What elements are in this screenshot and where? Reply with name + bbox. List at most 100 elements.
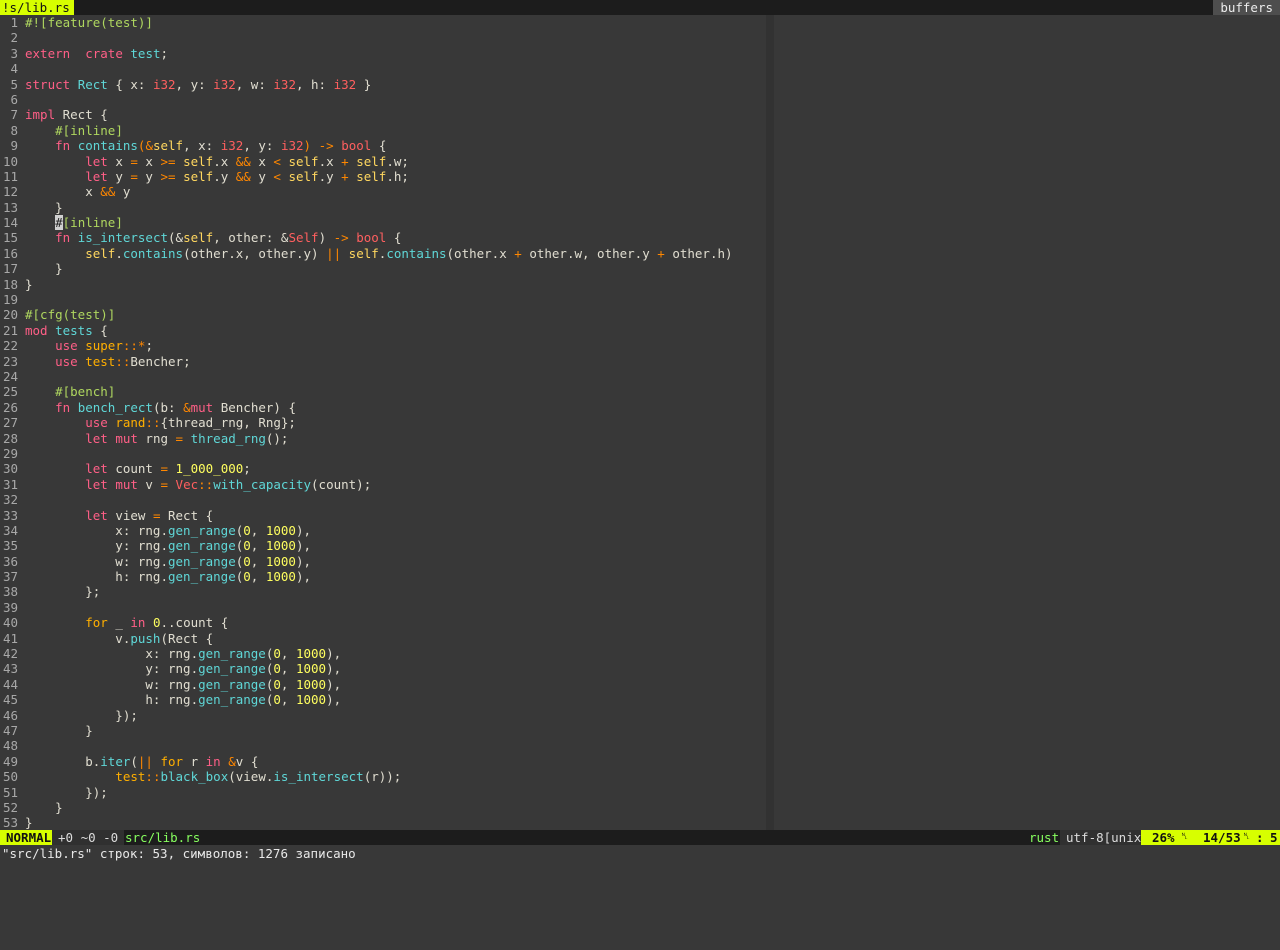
code-token: test bbox=[85, 353, 116, 369]
code-token: ), bbox=[326, 692, 342, 708]
code-line[interactable]: 7 impl Rect { bbox=[0, 107, 766, 122]
code-line[interactable]: 19 bbox=[0, 292, 766, 307]
code-line[interactable]: 35 y: rng.gen_range(0, 1000), bbox=[0, 538, 766, 553]
code-line[interactable]: 17 } bbox=[0, 261, 766, 276]
line-number: 6 bbox=[10, 91, 18, 107]
code-token: h: rng. bbox=[25, 569, 168, 585]
code-line[interactable]: 20 #[cfg(test)] bbox=[0, 307, 766, 322]
buffers-label[interactable]: buffers bbox=[1213, 0, 1280, 15]
code-line[interactable]: 42 x: rng.gen_range(0, 1000), bbox=[0, 646, 766, 661]
code-line[interactable]: 32 bbox=[0, 492, 766, 507]
code-line[interactable]: 8 #[inline] bbox=[0, 123, 766, 138]
code-line[interactable]: 2 bbox=[0, 30, 766, 45]
code-line[interactable]: 39 bbox=[0, 600, 766, 615]
code-line[interactable]: 30 let count = 1_000_000; bbox=[0, 461, 766, 476]
line-number: 33 bbox=[2, 507, 18, 523]
code-line[interactable]: 25 #[bench] bbox=[0, 384, 766, 399]
code-token: (count); bbox=[311, 476, 372, 492]
code-line[interactable]: 37 h: rng.gen_range(0, 1000), bbox=[0, 569, 766, 584]
line-icon: ␤ bbox=[1181, 832, 1189, 842]
code-line[interactable]: 38 }; bbox=[0, 584, 766, 599]
code-line[interactable]: 26 fn bench_rect(b: &mut Bencher) { bbox=[0, 400, 766, 415]
code-line[interactable]: 29 bbox=[0, 446, 766, 461]
code-line[interactable]: 36 w: rng.gen_range(0, 1000), bbox=[0, 554, 766, 569]
code-line[interactable]: 6 bbox=[0, 92, 766, 107]
command-line[interactable]: "src/lib.rs" строк: 53, символов: 1276 з… bbox=[0, 845, 1280, 875]
code-line[interactable]: 3 extern crate test; bbox=[0, 46, 766, 61]
code-line[interactable]: 27 use rand::{thread_rng, Rng}; bbox=[0, 415, 766, 430]
line-number: 35 bbox=[2, 538, 18, 554]
code-token: ..count { bbox=[160, 615, 229, 631]
line-number: 51 bbox=[2, 784, 18, 800]
code-token: , bbox=[250, 538, 266, 554]
tab-active-file[interactable]: !s/lib.rs bbox=[0, 0, 74, 15]
code-token: }); bbox=[25, 707, 138, 723]
code-line[interactable]: 41 v.push(Rect { bbox=[0, 631, 766, 646]
code-line[interactable]: 21 mod tests { bbox=[0, 323, 766, 338]
line-number: 11 bbox=[2, 168, 18, 184]
code-token: bench_rect bbox=[77, 399, 153, 415]
code-line[interactable]: 48 bbox=[0, 738, 766, 753]
code-line[interactable]: 33 let view = Rect { bbox=[0, 508, 766, 523]
code-token: w: rng. bbox=[25, 676, 199, 692]
line-number: 23 bbox=[2, 353, 18, 369]
code-line[interactable]: 53} bbox=[0, 815, 766, 830]
code-line[interactable]: 1 #![feature(test)] bbox=[0, 15, 766, 30]
line-number: 12 bbox=[2, 184, 18, 200]
code-token: (view. bbox=[228, 769, 274, 785]
line-number: 50 bbox=[2, 769, 18, 785]
code-line[interactable]: 22 use super::*; bbox=[0, 338, 766, 353]
code-token: gen_range bbox=[198, 692, 266, 708]
code-line[interactable]: 28 let mut rng = thread_rng(); bbox=[0, 431, 766, 446]
code-token: 0 bbox=[152, 615, 161, 631]
code-line[interactable]: 14 #[inline] bbox=[0, 215, 766, 231]
code-line[interactable]: 9 fn contains(&self, x: i32, y: i32) -> … bbox=[0, 138, 766, 153]
code-line[interactable]: 52 } bbox=[0, 800, 766, 815]
code-line[interactable]: 16 self.contains(other.x, other.y) || se… bbox=[0, 246, 766, 261]
code-line[interactable]: 31 let mut v = Vec::with_capacity(count)… bbox=[0, 477, 766, 492]
code-token: .x bbox=[318, 153, 342, 169]
code-token: { x: bbox=[107, 76, 153, 92]
code-line[interactable]: 23 use test::Bencher; bbox=[0, 354, 766, 369]
code-token: i32 bbox=[280, 138, 304, 154]
code-line[interactable]: 24 bbox=[0, 369, 766, 384]
code-token: black_box bbox=[160, 769, 229, 785]
code-line[interactable]: 18} bbox=[0, 277, 766, 292]
code-token: Bencher) { bbox=[213, 399, 296, 415]
code-token: . bbox=[115, 245, 123, 261]
code-line[interactable]: 12 x && y bbox=[0, 184, 766, 199]
code-line[interactable]: 10 let x = x >= self.x && x < self.x + s… bbox=[0, 154, 766, 169]
code-line[interactable]: 5 struct Rect { x: i32, y: i32, w: i32, h… bbox=[0, 77, 766, 92]
code-line[interactable]: 4 bbox=[0, 61, 766, 76]
code-line[interactable]: 34 x: rng.gen_range(0, 1000), bbox=[0, 523, 766, 538]
editor-pane[interactable]: 1 #![feature(test)] 2 3 extern crate test; 4 5… bbox=[0, 15, 1280, 830]
code-line[interactable]: 50 test::black_box(view.is_intersect(r))… bbox=[0, 769, 766, 784]
code-area[interactable]: 1 #![feature(test)] 2 3 extern crate test; 4 5… bbox=[0, 15, 766, 830]
code-line[interactable]: 49 b.iter(|| for r in &v { bbox=[0, 754, 766, 769]
code-line[interactable]: 44 w: rng.gen_range(0, 1000), bbox=[0, 677, 766, 692]
code-token: , bbox=[250, 553, 266, 569]
code-line[interactable]: 13 } bbox=[0, 200, 766, 215]
code-token: _ bbox=[107, 615, 131, 631]
code-token: 0 bbox=[273, 646, 281, 662]
code-line[interactable]: 11 let y = y >= self.y && y < self.y + s… bbox=[0, 169, 766, 184]
code-token: Vec bbox=[175, 476, 199, 492]
code-line[interactable]: 46 }); bbox=[0, 708, 766, 723]
code-token: && bbox=[100, 184, 116, 200]
code-token: 0 bbox=[273, 661, 281, 677]
code-line[interactable]: 15 fn is_intersect(&self, other: &Self) … bbox=[0, 230, 766, 245]
code-line[interactable]: 43 y: rng.gen_range(0, 1000), bbox=[0, 661, 766, 676]
code-line[interactable]: 47 } bbox=[0, 723, 766, 738]
code-token: < bbox=[273, 153, 281, 169]
code-token: ), bbox=[326, 646, 342, 662]
code-line[interactable]: 45 h: rng.gen_range(0, 1000), bbox=[0, 692, 766, 707]
code-token: self bbox=[348, 245, 379, 261]
code-line[interactable]: 51 }); bbox=[0, 785, 766, 800]
code-token: v. bbox=[25, 630, 131, 646]
code-line[interactable]: 40 for _ in 0..count { bbox=[0, 615, 766, 630]
